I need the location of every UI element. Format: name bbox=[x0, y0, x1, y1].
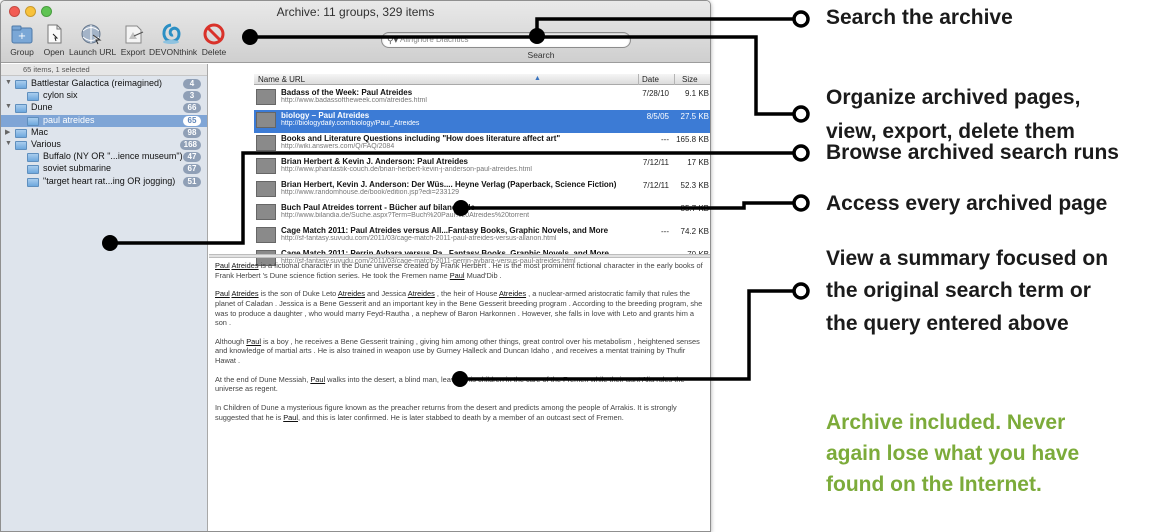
callout-search: Search the archive bbox=[826, 6, 1013, 29]
callout-ring-sidebar bbox=[792, 144, 810, 162]
callout-organize-line1: Organize archived pages, bbox=[826, 86, 1081, 109]
callout-ring-summary bbox=[792, 282, 810, 300]
tagline: Archive included. Never again lose what … bbox=[826, 407, 1079, 500]
callout-ring-search bbox=[792, 10, 810, 28]
callout-summary-line3: the query entered above bbox=[826, 312, 1069, 335]
tagline-line2: again lose what you have bbox=[826, 442, 1080, 465]
callout-access: Access every archived page bbox=[826, 192, 1108, 215]
callout-browse: Browse archived search runs bbox=[826, 141, 1119, 164]
callout-summary-line1: View a summary focused on bbox=[826, 247, 1109, 270]
tagline-line3: found on the Internet. bbox=[826, 473, 1042, 496]
callout-summary-line2: the original search term or bbox=[826, 279, 1091, 302]
tagline-line1: Archive included. Never bbox=[826, 411, 1066, 434]
callout-ring-pages bbox=[792, 194, 810, 212]
callout-ring-toolbar bbox=[792, 105, 810, 123]
